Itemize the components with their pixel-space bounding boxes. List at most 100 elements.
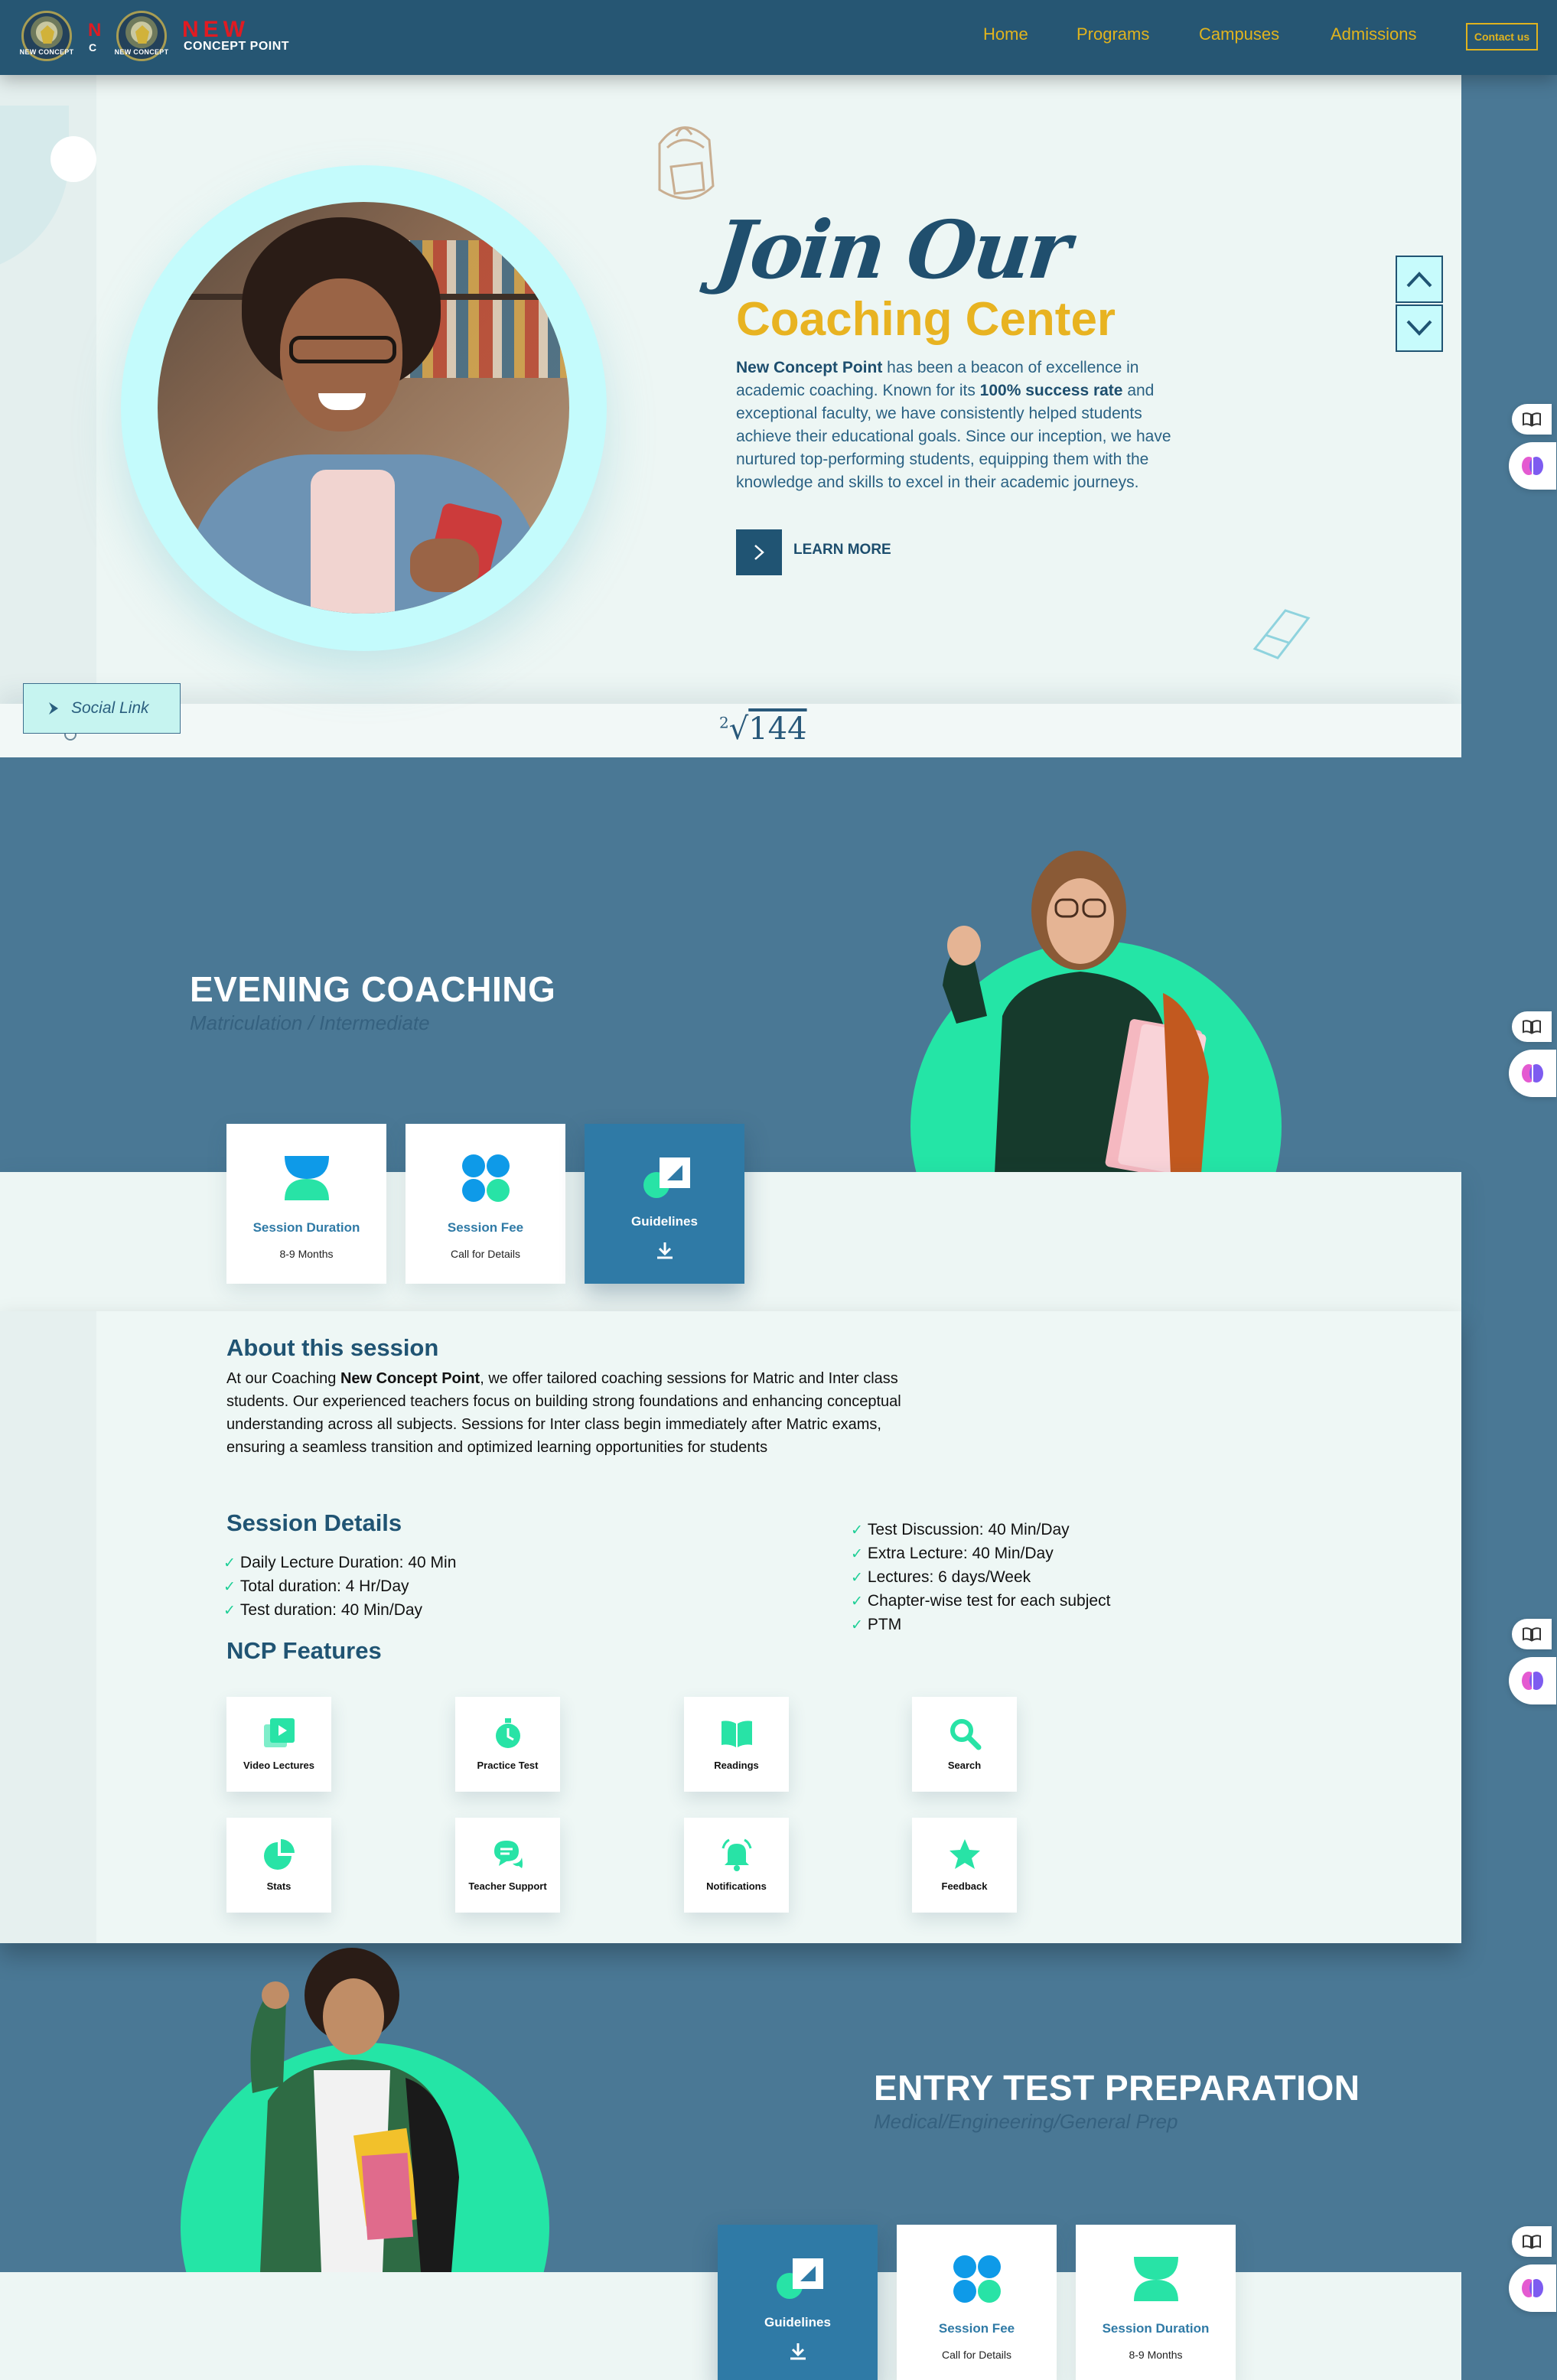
session-duration-card[interactable]: Session Duration 8-9 Months <box>1076 2225 1236 2380</box>
list-item: Lectures: 6 days/Week <box>851 1566 1110 1590</box>
hero-title: Coaching Center <box>736 293 1116 346</box>
book-reader-icon <box>1523 1020 1541 1034</box>
hourglass-icon <box>284 1156 329 1200</box>
learn-more-link[interactable]: LEARN MORE <box>793 542 891 558</box>
card-value: 8-9 Months <box>279 1248 334 1260</box>
brain-icon <box>1522 2279 1543 2297</box>
backpack-doodle-icon <box>658 126 715 200</box>
reader-widget-button[interactable] <box>1512 1011 1552 1042</box>
ai-assistant-button[interactable] <box>1509 2264 1556 2312</box>
social-link-button[interactable]: Social Link <box>23 683 181 734</box>
bell-icon <box>721 1838 751 1871</box>
ai-assistant-button[interactable] <box>1509 1657 1556 1704</box>
hero-description: New Concept Point has been a beacon of e… <box>736 359 1171 491</box>
card-value: Call for Details <box>450 1248 521 1260</box>
evening-section-subtitle: Matriculation / Intermediate <box>190 1011 430 1034</box>
video-icon <box>263 1718 295 1747</box>
nav-campuses[interactable]: Campuses <box>1199 24 1279 44</box>
hand-shape <box>410 539 479 592</box>
tshirt-shape <box>311 470 395 614</box>
chevron-up-icon <box>1406 272 1432 288</box>
brand-fragment-red: N <box>88 20 102 41</box>
feature-label: Stats <box>266 1880 292 1892</box>
guidelines-icon <box>643 1157 690 1198</box>
feature-label: Feedback <box>941 1880 988 1892</box>
book-reader-icon <box>1523 2235 1541 2249</box>
feature-readings[interactable]: Readings <box>684 1697 789 1792</box>
hourglass-icon <box>1133 2257 1178 2301</box>
chat-icon <box>493 1841 523 1868</box>
nav-programs[interactable]: Programs <box>1077 24 1149 44</box>
feature-label: Teacher Support <box>468 1880 547 1892</box>
list-item: Chapter-wise test for each subject <box>851 1590 1110 1613</box>
list-item: Test duration: 40 Min/Day <box>223 1599 456 1623</box>
nav-home[interactable]: Home <box>983 24 1028 44</box>
social-link-label: Social Link <box>71 699 149 717</box>
book-reader-icon <box>1523 412 1541 427</box>
about-side-strip <box>0 1311 96 1943</box>
feature-practice-test[interactable]: Practice Test <box>455 1697 560 1792</box>
evening-section-title: EVENING COACHING <box>190 969 556 1009</box>
ncp-features-heading: NCP Features <box>226 1637 382 1664</box>
brand-concept-point[interactable]: CONCEPT POINT <box>184 40 289 54</box>
nav-admissions[interactable]: Admissions <box>1331 24 1416 44</box>
feature-teacher-support[interactable]: Teacher Support <box>455 1818 560 1913</box>
decor-dot <box>50 136 96 182</box>
reader-widget-button[interactable] <box>1512 404 1552 435</box>
feature-label: Practice Test <box>477 1760 539 1771</box>
brand-new[interactable]: NEW <box>182 18 249 41</box>
search-icon <box>950 1719 981 1750</box>
chevron-right-icon <box>754 545 764 560</box>
star-icon <box>949 1839 980 1869</box>
decor-square-root: 2√144 <box>719 711 807 747</box>
session-fee-card[interactable]: Session Fee Call for Details <box>406 1124 565 1284</box>
feature-stats[interactable]: Stats <box>226 1818 331 1913</box>
four-circles-icon <box>461 1154 510 1202</box>
feature-notifications[interactable]: Notifications <box>684 1818 789 1913</box>
feature-video-lectures[interactable]: Video Lectures <box>226 1697 331 1792</box>
guidelines-card[interactable]: Guidelines <box>585 1124 744 1284</box>
feature-label: Readings <box>714 1760 759 1771</box>
scroll-down-button[interactable] <box>1396 304 1443 352</box>
about-heading: About this session <box>226 1334 439 1361</box>
ai-assistant-button[interactable] <box>1509 442 1556 490</box>
hero-script-title: Join Our <box>711 203 1073 297</box>
feature-search[interactable]: Search <box>912 1697 1017 1792</box>
guidelines-card[interactable]: Guidelines <box>718 2225 878 2380</box>
glasses-shape <box>289 336 396 363</box>
feature-feedback[interactable]: Feedback <box>912 1818 1017 1913</box>
contact-us-button[interactable]: Contact us <box>1466 23 1538 50</box>
brain-icon <box>1522 457 1543 475</box>
card-title: Guidelines <box>631 1214 698 1229</box>
session-details-right-list: Test Discussion: 40 Min/Day Extra Lectur… <box>851 1519 1110 1637</box>
session-fee-card[interactable]: Session Fee Call for Details <box>897 2225 1057 2380</box>
chevron-right-icon <box>49 702 58 715</box>
about-description: At our Coaching New Concept Point, we of… <box>226 1370 901 1456</box>
stopwatch-icon <box>495 1718 520 1748</box>
session-details-heading: Session Details <box>226 1509 402 1536</box>
book-icon <box>721 1721 752 1747</box>
scroll-up-button[interactable] <box>1396 256 1443 303</box>
brain-icon <box>1522 1064 1543 1083</box>
student-boy-illustration <box>250 1948 459 2272</box>
brain-icon <box>1522 1672 1543 1690</box>
list-item: Extra Lecture: 40 Min/Day <box>851 1542 1110 1566</box>
card-title: Session Duration <box>252 1220 360 1235</box>
student-girl-illustration <box>943 851 1209 1174</box>
eraser-doodle-icon <box>1252 609 1311 659</box>
card-value: Call for Details <box>941 2349 1012 2361</box>
card-value: 8-9 Months <box>1129 2349 1183 2361</box>
download-icon[interactable] <box>654 1240 676 1262</box>
card-title: Guidelines <box>764 2315 831 2330</box>
learn-more-arrow-button[interactable] <box>736 529 782 575</box>
download-icon[interactable] <box>787 2341 809 2362</box>
chevron-down-icon <box>1406 320 1432 336</box>
reader-widget-button[interactable] <box>1512 1619 1552 1649</box>
hero-student-photo <box>158 202 569 614</box>
site-header: NEW CONCEPT N C NEW CONCEPT NEW CONCEPT … <box>0 0 1557 75</box>
entry-section-title: ENTRY TEST PREPARATION <box>874 2068 1360 2108</box>
reader-widget-button[interactable] <box>1512 2226 1552 2257</box>
pie-chart-icon <box>263 1839 295 1870</box>
session-duration-card[interactable]: Session Duration 8-9 Months <box>226 1124 386 1284</box>
ai-assistant-button[interactable] <box>1509 1050 1556 1097</box>
